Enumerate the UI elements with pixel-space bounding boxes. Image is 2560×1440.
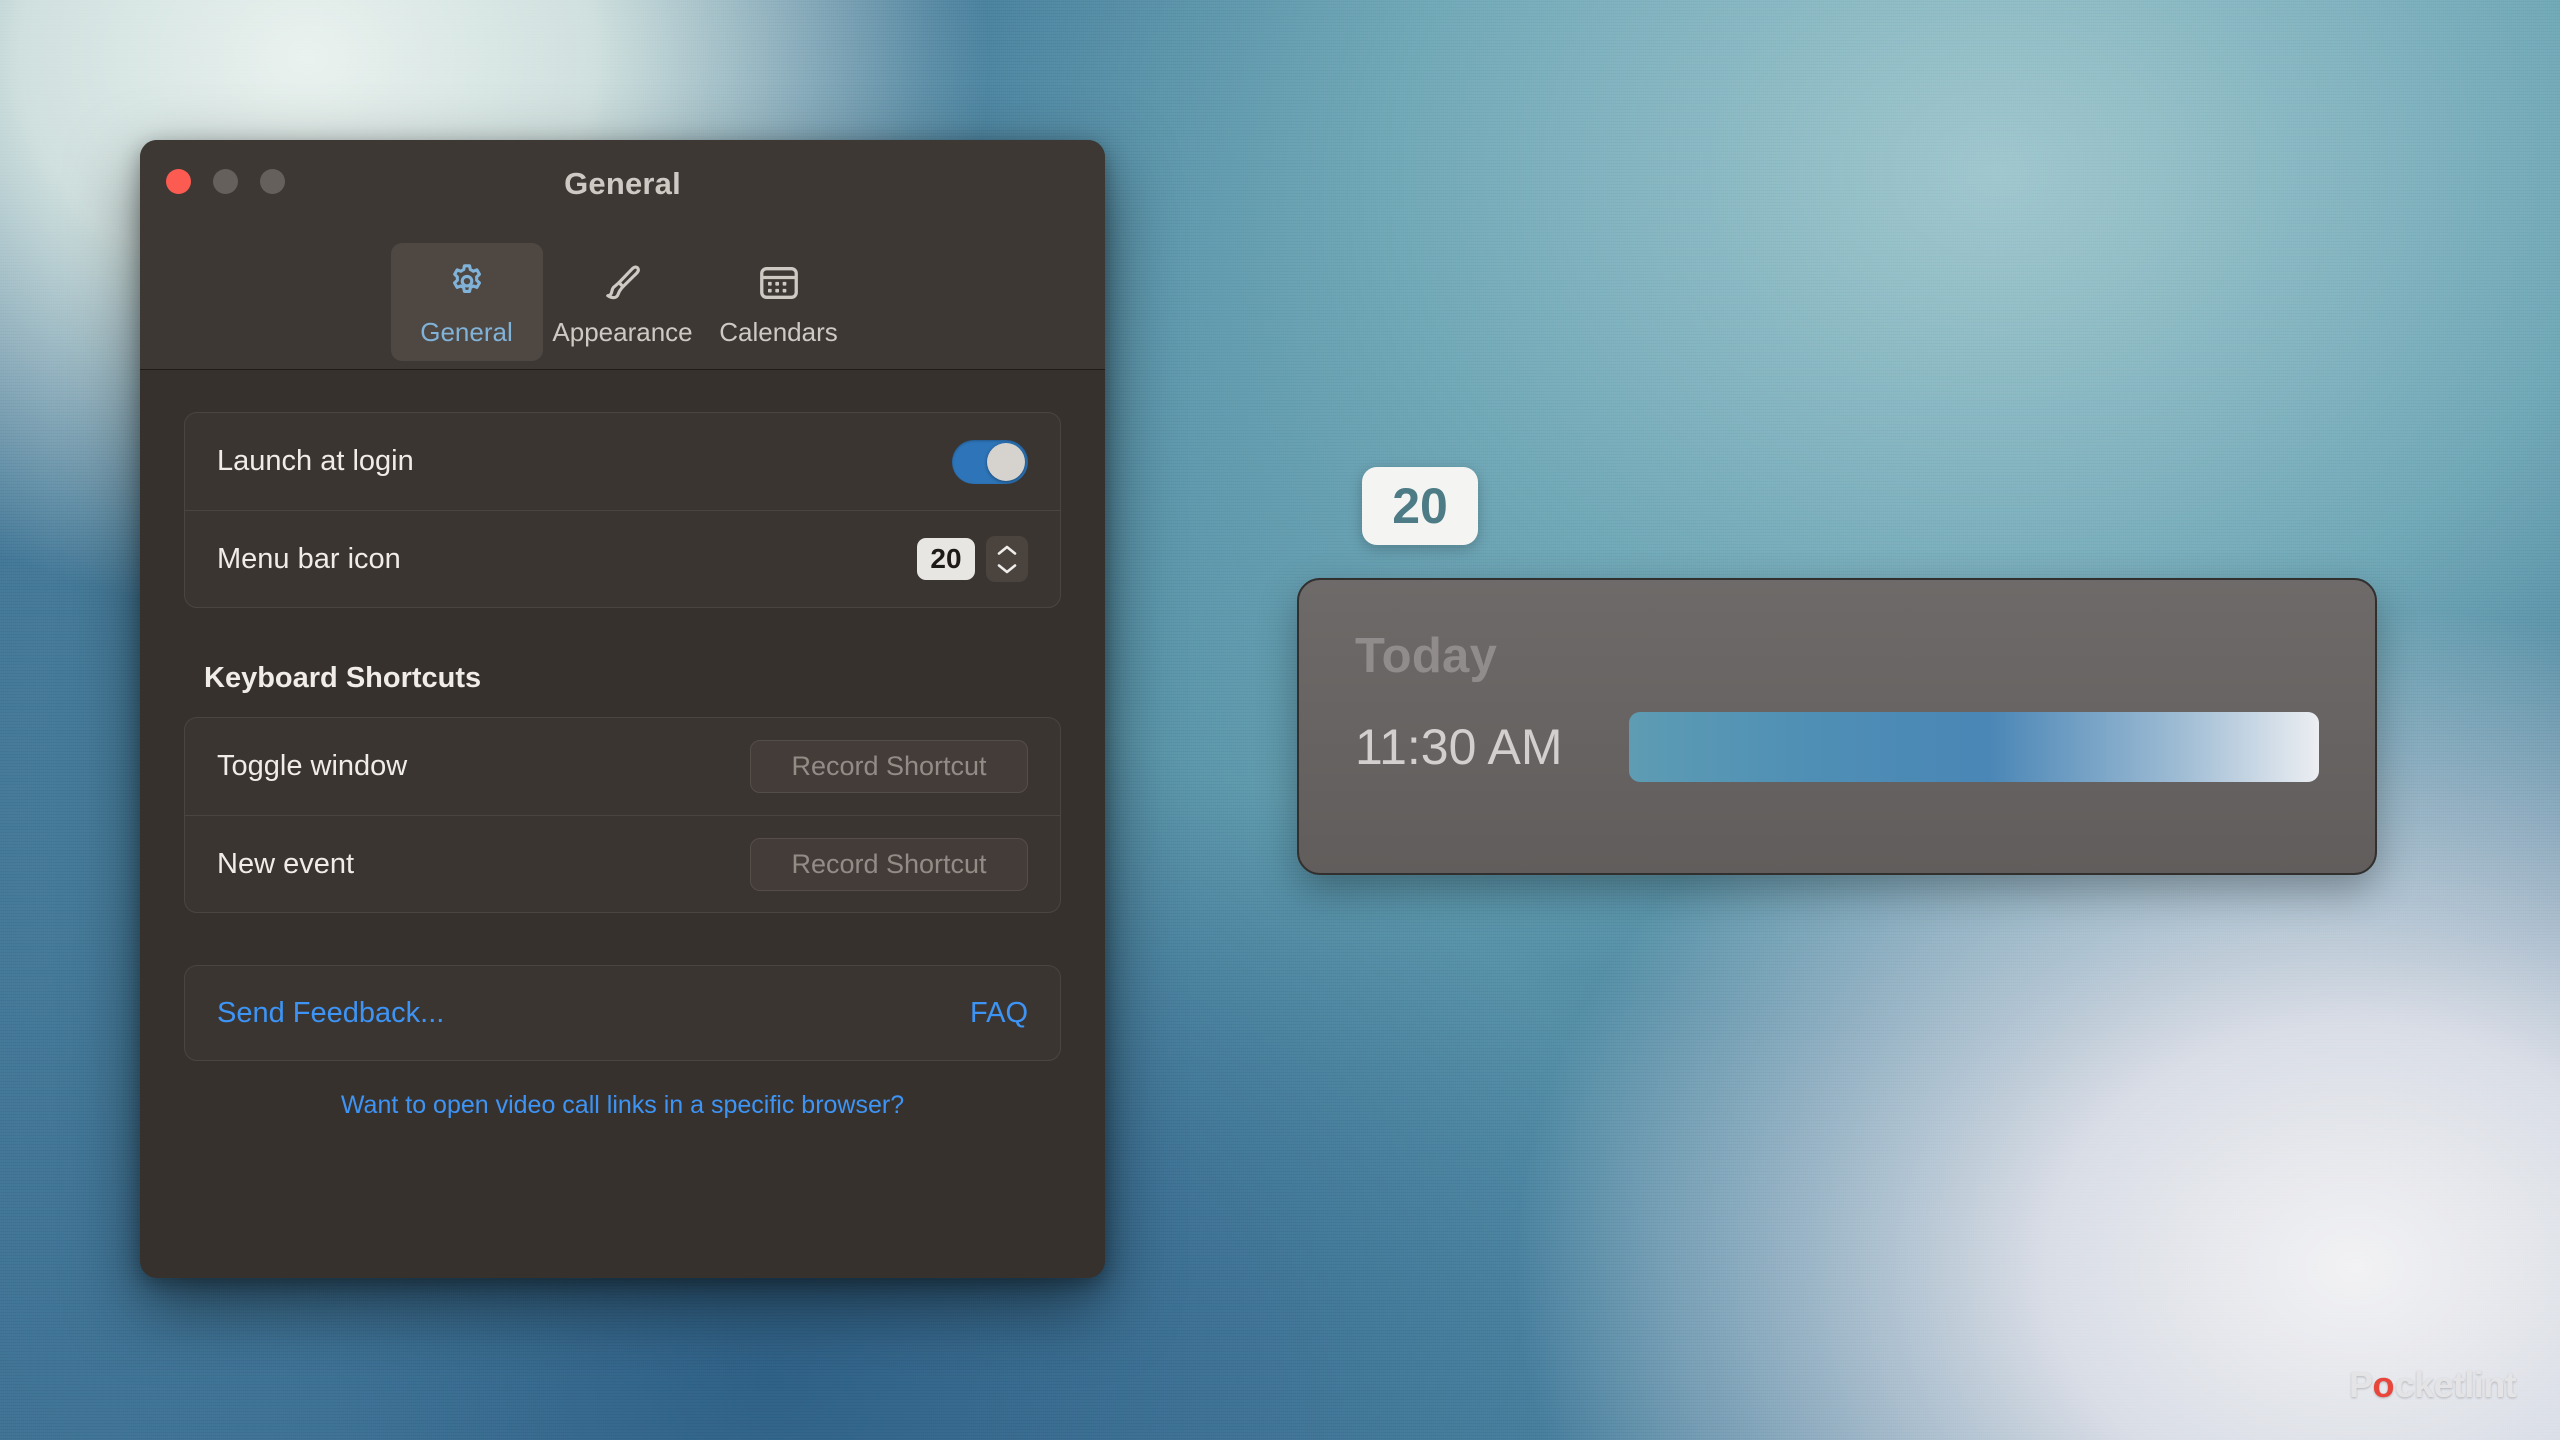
new-event-record-button[interactable]: Record Shortcut [750, 837, 1028, 891]
today-widget[interactable]: Today 11:30 AM [1297, 578, 2377, 875]
widget-body: 11:30 AM [1355, 712, 2319, 782]
browser-note-link[interactable]: Want to open video call links in a speci… [341, 1091, 904, 1119]
keyboard-shortcuts-heading: Keyboard Shortcuts [204, 662, 482, 694]
calendar-icon [757, 258, 801, 308]
launch-at-login-row[interactable]: Launch at login [185, 413, 1060, 510]
menu-bar-icon-value[interactable]: 20 [917, 538, 975, 580]
chevron-up-icon [997, 545, 1017, 555]
window-title: General [564, 166, 681, 201]
chevron-down-icon [997, 563, 1017, 573]
general-settings-group: Launch at login Menu bar icon 20 [184, 412, 1061, 608]
new-event-shortcut-row: New event Record Shortcut [185, 815, 1060, 912]
toggle-knob [987, 442, 1025, 481]
widget-title: Today [1355, 629, 1498, 683]
menu-bar-icon-label: Menu bar icon [217, 542, 401, 575]
toggle-window-record-button[interactable]: Record Shortcut [750, 740, 1028, 793]
tab-calendars[interactable]: Calendars [703, 243, 855, 361]
keyboard-shortcuts-group: Toggle window Record Shortcut New event … [184, 717, 1061, 913]
menu-bar-date-badge[interactable]: 20 [1362, 467, 1478, 545]
launch-at-login-label: Launch at login [217, 445, 414, 477]
watermark-post: cketlint [2394, 1364, 2517, 1405]
event-gradient-bar[interactable] [1628, 712, 2319, 782]
gear-icon [445, 258, 489, 308]
new-event-label: New event [217, 847, 355, 880]
faq-link[interactable]: FAQ [970, 997, 1028, 1030]
pocketlint-watermark: Po cketlint [2349, 1364, 2517, 1406]
watermark-pre: P [2349, 1364, 2373, 1405]
send-feedback-link[interactable]: Send Feedback... [217, 997, 444, 1030]
toggle-window-label: Toggle window [217, 750, 408, 782]
footer-links-group: Send Feedback... FAQ [184, 965, 1061, 1061]
window-titlebar[interactable]: General General Appearance Calendars [140, 140, 1105, 370]
paintbrush-icon [601, 258, 645, 308]
menu-bar-icon-stepper-wrap: 20 [917, 536, 1028, 582]
settings-content: Launch at login Menu bar icon 20 Keyboar… [140, 370, 1105, 1120]
footer-row: Send Feedback... FAQ [185, 966, 1060, 1060]
toolbar-tabs: General Appearance Calendars [140, 243, 1105, 361]
watermark-accent-o: o [2372, 1364, 2394, 1405]
tab-calendars-label: Calendars [719, 317, 838, 347]
tab-appearance[interactable]: Appearance [547, 243, 699, 361]
browser-note: Want to open video call links in a speci… [184, 1091, 1061, 1120]
tab-general-label: General [420, 317, 513, 347]
tab-appearance-label: Appearance [552, 317, 693, 347]
menu-bar-icon-stepper[interactable] [986, 536, 1028, 582]
settings-window: General General Appearance Calendars Lau… [140, 140, 1105, 1278]
widget-time: 11:30 AM [1355, 719, 1563, 775]
launch-at-login-toggle[interactable] [952, 439, 1028, 484]
tab-general[interactable]: General [390, 243, 543, 361]
menu-bar-icon-row[interactable]: Menu bar icon 20 [185, 510, 1060, 607]
toggle-window-shortcut-row: Toggle window Record Shortcut [185, 718, 1060, 815]
